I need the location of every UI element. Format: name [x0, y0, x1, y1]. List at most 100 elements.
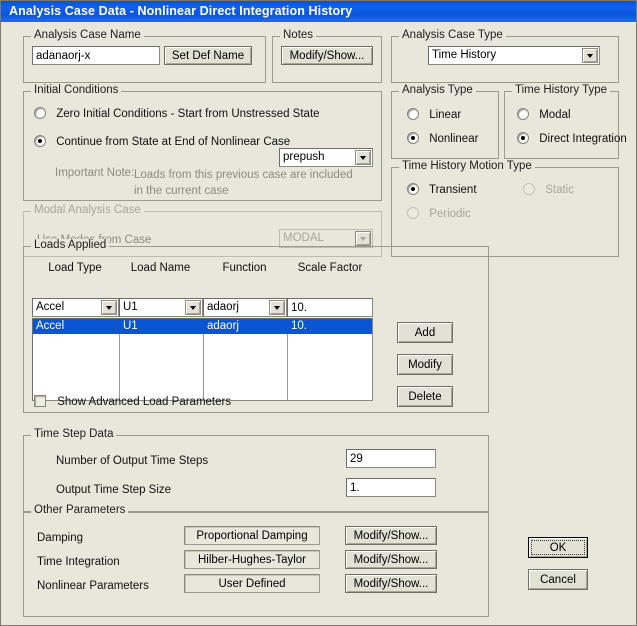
modify-load-button[interactable]: Modify [397, 354, 453, 375]
notes-modify-show-button[interactable]: Modify/Show... [281, 46, 373, 65]
number-of-output-time-steps-label: Number of Output Time Steps [56, 455, 209, 467]
nonlinear-parameters-label: Nonlinear Parameters [37, 580, 149, 592]
other-parameters-label: Other Parameters [31, 504, 129, 516]
checkbox-icon-show-advanced [34, 395, 46, 407]
time-integration-modify-show-button[interactable]: Modify/Show... [345, 550, 437, 569]
chevron-down-icon[interactable] [185, 300, 201, 315]
radio-zero-initial-conditions[interactable]: Zero Initial Conditions - Start from Uns… [34, 107, 320, 121]
notes-label: Notes [280, 29, 317, 41]
analysis-case-type-combo[interactable]: Time History [428, 46, 600, 65]
radio-icon-periodic [407, 207, 419, 219]
important-note-label: Important Note: [55, 167, 135, 179]
important-note-text: Loads from this previous case are includ… [134, 169, 353, 197]
analysis-case-name-label: Analysis Case Name [31, 29, 144, 41]
time-step-data-label: Time Step Data [31, 428, 117, 440]
radio-motion-static: Static [523, 183, 574, 197]
radio-modal-label: Modal [539, 109, 571, 121]
radio-direct-integration-label: Direct Integration [539, 133, 627, 145]
radio-zero-initial-label: Zero Initial Conditions - Start from Uns… [56, 108, 320, 120]
initial-condition-case-combo[interactable]: prepush [279, 148, 373, 167]
window-title: Analysis Case Data - Nonlinear Direct In… [9, 4, 353, 18]
column-header-load-type: Load Type [48, 262, 102, 274]
output-time-step-size-input[interactable]: 1. [346, 478, 436, 497]
analysis-case-type-label: Analysis Case Type [399, 29, 506, 41]
set-def-name-button[interactable]: Set Def Name [164, 46, 252, 65]
function-combo[interactable]: adaorj [203, 298, 287, 317]
nonlinear-parameters-value-field: User Defined [184, 574, 320, 593]
chevron-down-icon[interactable] [269, 300, 285, 315]
radio-motion-periodic: Periodic [407, 207, 471, 221]
show-advanced-load-parameters-checkbox[interactable]: Show Advanced Load Parameters [34, 395, 231, 409]
chevron-down-icon [355, 231, 371, 246]
table-row[interactable]: Accel U1 adaorj 10. [33, 319, 372, 334]
chevron-down-icon[interactable] [582, 48, 598, 63]
time-step-data-group: Time Step Data [23, 428, 489, 513]
cell-load-name: U1 [123, 320, 138, 332]
load-name-combo[interactable]: U1 [119, 298, 203, 317]
analysis-type-label: Analysis Type [399, 84, 476, 96]
cell-function: adaorj [207, 320, 239, 332]
dialog-client-area: Analysis Case Name adanaorj-x Set Def Na… [1, 22, 636, 625]
cell-scale-factor: 10. [291, 320, 307, 332]
add-load-button[interactable]: Add [397, 322, 453, 343]
radio-icon-linear [407, 108, 419, 120]
title-bar: Analysis Case Data - Nonlinear Direct In… [1, 1, 636, 22]
radio-static-label: Static [545, 184, 574, 196]
loads-applied-list[interactable]: Accel U1 adaorj 10. [32, 318, 373, 401]
time-history-motion-type-label: Time History Motion Type [399, 160, 535, 172]
chevron-down-icon[interactable] [355, 150, 371, 165]
damping-value-field: Proportional Damping [184, 526, 320, 545]
cell-load-type: Accel [36, 320, 65, 332]
radio-analysis-type-nonlinear[interactable]: Nonlinear [407, 132, 478, 146]
modal-analysis-case-label: Modal Analysis Case [31, 204, 144, 216]
radio-continue-label: Continue from State at End of Nonlinear … [56, 136, 291, 148]
radio-icon-static [523, 183, 535, 195]
number-of-output-time-steps-input[interactable]: 29 [346, 449, 436, 468]
dialog-window: Analysis Case Data - Nonlinear Direct In… [0, 0, 637, 626]
radio-analysis-type-linear[interactable]: Linear [407, 108, 461, 122]
analysis-case-type-value: Time History [432, 49, 497, 61]
radio-periodic-label: Periodic [429, 208, 471, 220]
radio-time-history-modal[interactable]: Modal [517, 108, 571, 122]
column-header-load-name: Load Name [130, 262, 191, 274]
load-type-combo[interactable]: Accel [32, 298, 119, 317]
output-time-step-size-label: Output Time Step Size [56, 484, 172, 496]
radio-icon-continue-from-state [34, 135, 46, 147]
time-integration-label: Time Integration [37, 556, 120, 568]
focus-ring [531, 540, 585, 555]
modal-case-value: MODAL [283, 232, 324, 244]
radio-icon-zero-initial [34, 107, 46, 119]
time-integration-value-field: Hilber-Hughes-Taylor [184, 550, 320, 569]
column-header-function: Function [222, 262, 267, 274]
ok-button[interactable]: OK [528, 537, 588, 558]
initial-conditions-label: Initial Conditions [31, 84, 122, 96]
cancel-button[interactable]: Cancel [528, 569, 588, 590]
chevron-down-icon[interactable] [101, 300, 117, 315]
damping-label: Damping [37, 532, 84, 544]
load-type-value: Accel [36, 301, 65, 313]
time-history-type-label: Time History Type [512, 84, 611, 96]
nonlinear-parameters-modify-show-button[interactable]: Modify/Show... [345, 574, 437, 593]
radio-continue-from-state[interactable]: Continue from State at End of Nonlinear … [34, 135, 290, 149]
show-advanced-label: Show Advanced Load Parameters [57, 396, 232, 408]
radio-linear-label: Linear [429, 109, 462, 121]
damping-modify-show-button[interactable]: Modify/Show... [345, 526, 437, 545]
scale-factor-input[interactable]: 10. [287, 298, 373, 317]
radio-motion-transient[interactable]: Transient [407, 183, 477, 197]
radio-nonlinear-label: Nonlinear [429, 133, 479, 145]
column-header-scale-factor: Scale Factor [297, 262, 363, 274]
delete-load-button[interactable]: Delete [397, 386, 453, 407]
radio-icon-modal [517, 108, 529, 120]
radio-icon-nonlinear [407, 132, 419, 144]
radio-transient-label: Transient [429, 184, 477, 196]
analysis-case-name-input[interactable]: adanaorj-x [32, 46, 160, 65]
load-name-value: U1 [123, 301, 138, 313]
initial-condition-case-value: prepush [283, 151, 325, 163]
radio-icon-transient [407, 183, 419, 195]
loads-applied-label: Loads Applied [31, 239, 110, 251]
radio-icon-direct-integration [517, 132, 529, 144]
function-value: adaorj [207, 301, 239, 313]
analysis-type-group: Analysis Type [391, 84, 499, 159]
radio-time-history-direct-integration[interactable]: Direct Integration [517, 132, 627, 146]
time-history-type-group: Time History Type [504, 84, 619, 159]
